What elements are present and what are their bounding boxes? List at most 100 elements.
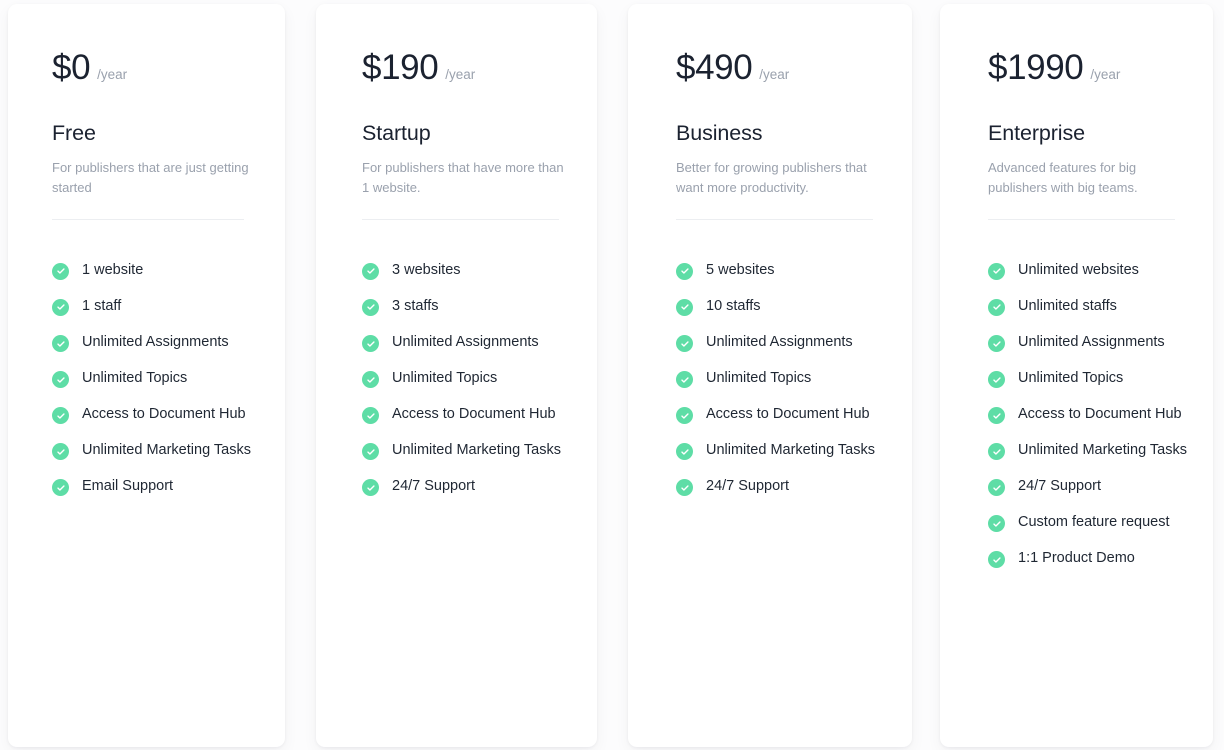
check-circle-icon (988, 443, 1005, 461)
plan-description: For publishers that are just getting sta… (52, 159, 249, 195)
check-circle-icon (988, 371, 1005, 389)
check-circle-icon (362, 479, 379, 497)
check-circle-icon (362, 298, 379, 316)
feature-label: Access to Document Hub (82, 406, 246, 423)
card-divider (676, 218, 873, 220)
check-circle-icon (52, 479, 69, 497)
price-row: $0/year (52, 50, 271, 85)
feature-label: 24/7 Support (706, 478, 790, 495)
feature-item: Unlimited Topics (52, 370, 267, 390)
feature-label: Unlimited Marketing Tasks (1018, 442, 1187, 459)
price-amount: $490 (676, 48, 753, 87)
feature-label: Unlimited Marketing Tasks (392, 442, 561, 459)
feature-item: Unlimited Marketing Tasks (676, 442, 896, 462)
feature-item: 24/7 Support (988, 478, 1198, 498)
feature-label: Access to Document Hub (392, 406, 556, 423)
feature-item: Unlimited websites (988, 262, 1198, 282)
feature-item: 24/7 Support (676, 478, 896, 498)
feature-label: 10 staffs (706, 297, 761, 314)
check-circle-icon (52, 335, 69, 353)
price-row: $490/year (676, 50, 898, 85)
feature-label: Unlimited Topics (392, 370, 498, 387)
feature-label: 5 websites (706, 261, 775, 278)
feature-list: Unlimited websites Unlimited staffs Unlimi… (988, 262, 1199, 571)
pricing-card[interactable]: $190/year Startup For publishers that have… (316, 4, 597, 747)
check-circle-icon (362, 371, 379, 389)
price-period: /year (759, 67, 790, 82)
feature-item: Access to Document Hub (362, 406, 582, 426)
feature-label: 1 staff (82, 297, 122, 314)
feature-label: 3 staffs (392, 297, 439, 314)
price-amount: $0 (52, 48, 91, 87)
feature-item: 1:1 Product Demo (988, 550, 1198, 570)
price-period: /year (97, 67, 128, 82)
plan-name: Startup (362, 121, 431, 145)
check-circle-icon (52, 443, 69, 461)
price-period: /year (445, 67, 476, 82)
pricing-card[interactable]: $0/year Free For publishers that are just … (8, 4, 285, 747)
pricing-card[interactable]: $1990/year Enterprise Advanced features fo… (940, 4, 1213, 747)
feature-label: Unlimited websites (1018, 261, 1139, 278)
check-circle-icon (676, 335, 693, 353)
pricing-card-body: $190/year Startup For publishers that have… (316, 4, 597, 498)
feature-label: 1 website (82, 261, 144, 278)
check-circle-icon (988, 407, 1005, 425)
feature-label: Unlimited Assignments (706, 334, 853, 351)
plan-description: Better for growing publishers that want … (676, 159, 867, 195)
pricing-card-body: $1990/year Enterprise Advanced features fo… (940, 4, 1213, 570)
feature-label: Custom feature request (1018, 514, 1170, 531)
check-circle-icon (52, 298, 69, 316)
plan-name: Enterprise (988, 121, 1085, 145)
feature-label: Unlimited Topics (1018, 370, 1124, 387)
feature-label: 1:1 Product Demo (1018, 550, 1135, 567)
check-circle-icon (988, 262, 1005, 280)
feature-label: Email Support (82, 478, 174, 495)
check-circle-icon (988, 298, 1005, 316)
feature-item: Unlimited staffs (988, 298, 1198, 318)
feature-list: 5 websites 10 staffs Unlimited Assignments… (676, 262, 898, 498)
price-row: $190/year (362, 50, 583, 85)
feature-label: Unlimited Topics (706, 370, 812, 387)
pricing-card-body: $490/year Business Better for growing publ… (628, 4, 912, 498)
feature-label: Access to Document Hub (706, 406, 870, 423)
feature-list: 1 website 1 staff Unlimited Assignments Unl… (52, 262, 271, 498)
feature-item: Access to Document Hub (52, 406, 267, 426)
feature-label: Unlimited Topics (82, 370, 188, 387)
check-circle-icon (362, 262, 379, 280)
feature-label: Unlimited Marketing Tasks (706, 442, 875, 459)
feature-item: 1 staff (52, 298, 267, 318)
feature-item: Unlimited Topics (988, 370, 1198, 390)
feature-item: Unlimited Assignments (362, 334, 582, 354)
feature-list: 3 websites 3 staffs Unlimited Assignments U… (362, 262, 583, 498)
price-row: $1990/year (988, 50, 1199, 85)
feature-label: Unlimited Assignments (1018, 334, 1165, 351)
check-circle-icon (676, 443, 693, 461)
plan-name: Free (52, 121, 96, 145)
feature-item: Custom feature request (988, 514, 1198, 534)
plan-name: Business (676, 121, 763, 145)
feature-label: 24/7 Support (392, 478, 476, 495)
feature-item: Unlimited Marketing Tasks (988, 442, 1198, 462)
feature-label: Unlimited Assignments (82, 334, 229, 351)
check-circle-icon (362, 335, 379, 353)
feature-label: Unlimited Assignments (392, 334, 539, 351)
feature-item: 3 websites (362, 262, 582, 282)
feature-item: Unlimited Topics (676, 370, 896, 390)
plan-description: For publishers that have more than 1 web… (362, 159, 564, 195)
check-circle-icon (988, 335, 1005, 353)
pricing-card-body: $0/year Free For publishers that are just … (8, 4, 285, 498)
check-circle-icon (52, 407, 69, 425)
feature-label: 24/7 Support (1018, 478, 1102, 495)
price-period: /year (1090, 67, 1121, 82)
pricing-card[interactable]: $490/year Business Better for growing publ… (628, 4, 912, 747)
feature-item: Unlimited Assignments (988, 334, 1198, 354)
feature-label: Unlimited Marketing Tasks (82, 442, 251, 459)
feature-item: 1 website (52, 262, 267, 282)
feature-item: Unlimited Assignments (52, 334, 267, 354)
check-circle-icon (52, 262, 69, 280)
feature-item: Unlimited Marketing Tasks (362, 442, 582, 462)
check-circle-icon (676, 371, 693, 389)
check-circle-icon (676, 479, 693, 497)
price-amount: $190 (362, 48, 439, 87)
feature-item: 5 websites (676, 262, 896, 282)
